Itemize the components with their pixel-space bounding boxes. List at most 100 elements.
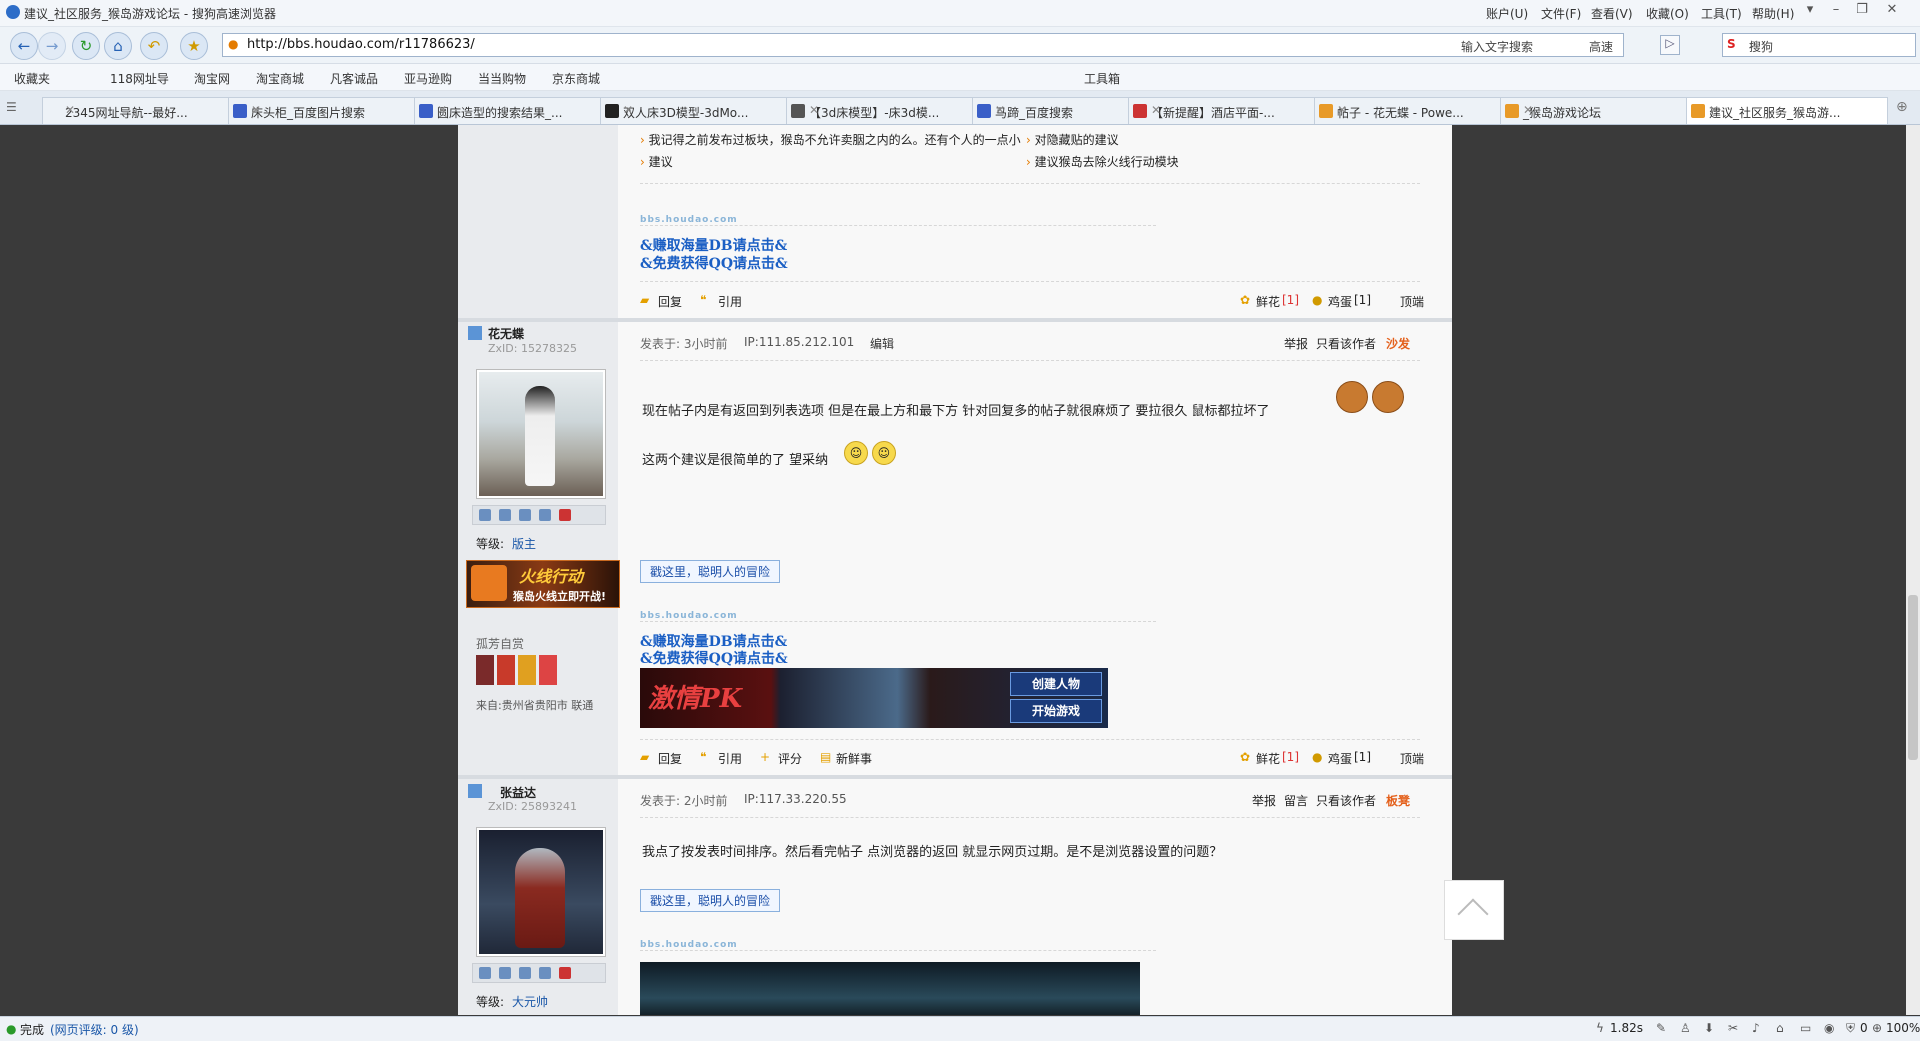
post1-report-link[interactable]: 举报 — [1284, 335, 1308, 352]
bookmark-vancl[interactable]: 凡客诚品 — [330, 70, 378, 87]
start-game-button[interactable]: 开始游戏 — [1010, 699, 1102, 723]
shield-icon[interactable]: ⛨ — [1846, 1021, 1855, 1036]
menu-favorites[interactable]: 收藏(O) — [1646, 5, 1689, 22]
create-character-button[interactable]: 创建人物 — [1010, 672, 1102, 696]
bookmark-tmall[interactable]: 淘宝商城 — [256, 70, 304, 87]
search-icon[interactable]: ⌕ — [1749, 36, 1911, 52]
skin-icon[interactable]: ▾ — [1800, 2, 1820, 20]
person-icon[interactable]: ♙ — [1680, 1021, 1691, 1035]
post1-ad-link[interactable]: 戳这里，聪明人的冒险 — [640, 560, 781, 583]
menu-account[interactable]: 账户(U) — [1486, 5, 1528, 22]
volume-icon[interactable]: ♪ — [1752, 1021, 1760, 1035]
menu-file[interactable]: 文件(F) — [1541, 5, 1581, 22]
related-link-1[interactable]: 我记得之前发布过板块，猴岛不允许卖胭之内的么。还有个人的一点小 — [649, 133, 1021, 147]
bookmark-jd[interactable]: 京东商城 — [552, 70, 600, 87]
promo-link-qq[interactable]: &免费获得QQ请点击& — [640, 253, 788, 273]
tab-houdao[interactable]: _猴岛游戏论坛 ✕ — [1500, 97, 1687, 124]
related-link-4[interactable]: 建议猴岛去除火线行动模块 — [1035, 155, 1179, 169]
close-tab-icon[interactable]: ✕ — [437, 103, 596, 117]
back-icon[interactable]: ← — [10, 32, 38, 60]
game-banner-firewall[interactable]: 火线行动 猴岛火线立即开战! — [466, 560, 620, 608]
speed-mode-button[interactable]: 高速 — [1589, 38, 1613, 55]
close-tab-icon[interactable]: ✕ — [65, 103, 224, 117]
zoom-level[interactable]: 100% — [1886, 1021, 1920, 1035]
post1-level[interactable]: 版主 — [512, 535, 536, 552]
back-to-top-button[interactable] — [1444, 880, 1504, 940]
post2-only-author[interactable]: 只看该作者 — [1316, 792, 1376, 809]
promo-link-db[interactable]: &赚取海量DB请点击& — [640, 235, 787, 255]
bookmark-taobao[interactable]: 淘宝网 — [194, 70, 230, 87]
tab-post[interactable]: 帖子 - 花无蝶 - Powe... ✕ — [1314, 97, 1501, 124]
related-link-3[interactable]: 建议 — [649, 155, 673, 169]
eye-icon[interactable]: ◉ — [1824, 1021, 1834, 1035]
top-button[interactable]: 顶端 — [1400, 293, 1424, 310]
screenshot-icon[interactable]: ✂ — [1728, 1021, 1738, 1035]
play-icon[interactable]: ▷ — [1660, 35, 1680, 55]
tab-list-icon[interactable]: ☰ — [6, 100, 17, 114]
post1-avatar[interactable] — [476, 369, 606, 499]
close-tab-icon[interactable]: ✕ — [1523, 103, 1682, 117]
favorite-star-icon[interactable]: ★ — [180, 32, 208, 60]
album-icon[interactable] — [539, 967, 551, 979]
related-link-2[interactable]: 对隐藏贴的建议 — [1035, 133, 1119, 147]
post2-author[interactable]: 张益达 — [500, 784, 536, 801]
refresh-icon[interactable]: ↻ — [72, 32, 100, 60]
tab-horseshoe[interactable]: 马蹄_百度搜索 ✕ — [972, 97, 1129, 124]
zoom-icon[interactable]: ⊕ — [1872, 1021, 1882, 1035]
tab-roundbed[interactable]: 圆床造型的搜索结果_... ✕ — [414, 97, 601, 124]
scrollbar-thumb[interactable] — [1908, 595, 1918, 760]
tab-bedside[interactable]: 床头柜_百度图片搜索 ✕ — [228, 97, 415, 124]
restore-icon[interactable]: ❐ — [1852, 2, 1872, 20]
add-friend-icon[interactable] — [499, 509, 511, 521]
close-tab-icon[interactable]: ✕ — [995, 103, 1124, 117]
close-tab-icon[interactable]: ✕ — [251, 103, 410, 117]
tab-3dmodel[interactable]: 双人床3D模型-3dMo... ✕ — [600, 97, 787, 124]
reply-button[interactable]: 回复 — [658, 750, 682, 767]
gift-icon[interactable] — [559, 509, 571, 521]
quote-button[interactable]: 引用 — [718, 750, 742, 767]
profile-icon[interactable] — [519, 967, 531, 979]
menu-help[interactable]: 帮助(H) — [1752, 5, 1794, 22]
tab-bedmodel[interactable]: 【3d床模型】-床3d模... ✕ — [786, 97, 973, 124]
address-url[interactable]: http://bbs.houdao.com/r11786623/ — [247, 37, 475, 52]
message-icon[interactable] — [479, 967, 491, 979]
toolbox-button[interactable]: 工具箱 — [1084, 70, 1120, 87]
tab-suggestion[interactable]: 建议_社区服务_猴岛游... ✕ — [1686, 97, 1888, 124]
gift-icon[interactable] — [559, 967, 571, 979]
close-tab-icon[interactable]: ✕ — [1337, 103, 1496, 117]
tab-2345[interactable]: 2345网址导航--最好... ✕ — [42, 97, 229, 124]
post1-only-author[interactable]: 只看该作者 — [1316, 335, 1376, 352]
page-rating-link[interactable]: (网页评级: 0 级) — [50, 1021, 139, 1038]
game-ad-banner[interactable]: 激情PK 创建人物 开始游戏 — [640, 668, 1108, 728]
album-icon[interactable] — [539, 509, 551, 521]
edit-icon[interactable]: ✎ — [1656, 1021, 1666, 1035]
search-box[interactable]: S 搜狗 ⌕ — [1722, 33, 1916, 57]
post2-ad-link[interactable]: 戳这里，聪明人的冒险 — [640, 889, 781, 912]
bookmark-dangdang[interactable]: 当当购物 — [478, 70, 526, 87]
close-tab-icon[interactable]: ✕ — [1151, 103, 1310, 117]
bookmark-118[interactable]: 118网址导 — [110, 70, 169, 87]
promo-link-qq[interactable]: &免费获得QQ请点击& — [640, 648, 788, 668]
bookmark-favorites[interactable]: 收藏夹 — [14, 70, 50, 87]
close-tab-icon[interactable]: ✕ — [809, 103, 968, 117]
flower-button[interactable]: 鲜花 — [1256, 750, 1280, 767]
close-icon[interactable]: ✕ — [1882, 2, 1902, 20]
post2-report-link[interactable]: 举报 — [1252, 792, 1276, 809]
top-button[interactable]: 顶端 — [1400, 750, 1424, 767]
reply-button[interactable]: 回复 — [658, 293, 682, 310]
lock-icon[interactable]: ⌂ — [1776, 1021, 1784, 1035]
download-icon[interactable]: ⬇ — [1704, 1021, 1714, 1035]
minimize-icon[interactable]: – — [1826, 2, 1846, 20]
home-icon[interactable]: ⌂ — [104, 32, 132, 60]
menu-view[interactable]: 查看(V) — [1591, 5, 1633, 22]
profile-icon[interactable] — [519, 509, 531, 521]
address-bar[interactable]: ● http://bbs.houdao.com/r11786623/ 输入文字搜… — [222, 33, 1624, 57]
message-icon[interactable] — [479, 509, 491, 521]
post2-avatar[interactable] — [476, 827, 606, 957]
egg-button[interactable]: 鸡蛋 — [1328, 293, 1352, 310]
egg-button[interactable]: 鸡蛋 — [1328, 750, 1352, 767]
close-tab-icon[interactable]: ✕ — [1709, 103, 1883, 117]
window-icon[interactable]: ▭ — [1800, 1021, 1811, 1035]
menu-tools[interactable]: 工具(T) — [1701, 5, 1742, 22]
quote-button[interactable]: 引用 — [718, 293, 742, 310]
